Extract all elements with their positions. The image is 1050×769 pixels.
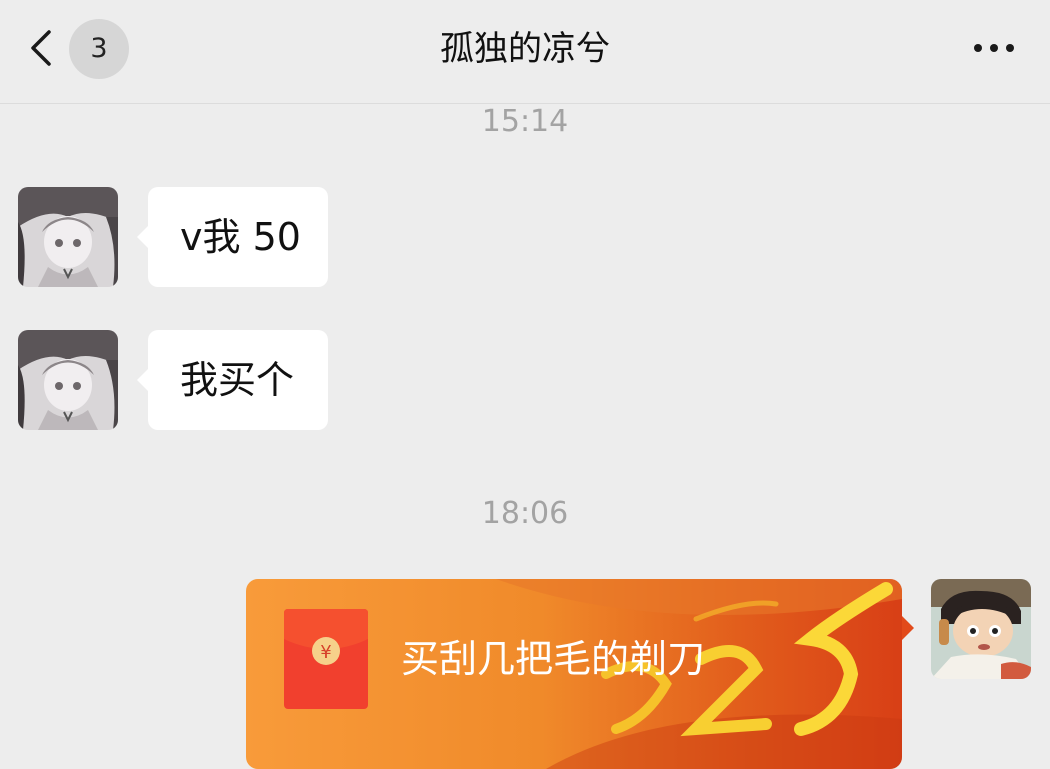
- red-packet-message: 买刮几把毛的剃刀: [401, 637, 706, 681]
- chat-title: 孤独的凉兮: [440, 29, 610, 69]
- message-timestamp: 18:06: [481, 496, 569, 531]
- chevron-left-icon[interactable]: [22, 28, 62, 68]
- chat-header: 3 孤独的凉兮: [0, 0, 1050, 104]
- yuan-symbol: ¥: [320, 642, 331, 663]
- message-timestamp: 15:14: [481, 104, 569, 139]
- message-bubble[interactable]: v我 50: [137, 187, 328, 287]
- red-envelope-icon: ¥: [284, 609, 368, 709]
- unread-count-badge[interactable]: 3: [69, 19, 129, 79]
- self-avatar[interactable]: [931, 579, 1031, 679]
- contact-avatar[interactable]: [18, 187, 118, 287]
- red-packet-tail: [902, 616, 914, 640]
- ellipsis-icon[interactable]: [968, 30, 1020, 66]
- message-bubble[interactable]: 我买个: [137, 330, 328, 430]
- red-packet-card[interactable]: ¥ 买刮几把毛的剃刀: [246, 579, 902, 769]
- contact-avatar[interactable]: [18, 330, 118, 430]
